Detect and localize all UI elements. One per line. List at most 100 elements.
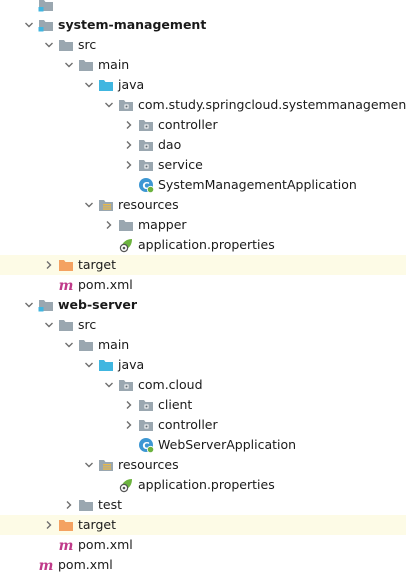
module-folder-icon — [38, 297, 54, 313]
resources-folder-icon — [98, 197, 114, 213]
tree-row[interactable]: dao — [0, 135, 406, 155]
maven-icon: m — [58, 537, 74, 553]
tree-row[interactable]: target — [0, 515, 406, 535]
package-icon — [118, 97, 134, 113]
tree-item-label: resources — [118, 457, 179, 472]
spring-class-icon: C — [138, 437, 154, 453]
chevron-down-icon[interactable] — [80, 355, 98, 375]
tree-item-label: com.study.springcloud.systemmanagement — [138, 97, 406, 112]
chevron-down-icon[interactable] — [20, 295, 38, 315]
tree-row[interactable]: src — [0, 35, 406, 55]
chevron-down-icon[interactable] — [40, 35, 58, 55]
maven-icon: m — [58, 277, 74, 293]
tree-row[interactable] — [0, 0, 406, 15]
tree-row[interactable]: main — [0, 55, 406, 75]
properties-icon — [118, 477, 134, 493]
tree-item-label: pom.xml — [58, 557, 113, 572]
properties-icon — [118, 237, 134, 253]
package-icon — [138, 137, 154, 153]
tree-item-label: WebServerApplication — [158, 437, 297, 452]
chevron-down-icon[interactable] — [80, 195, 98, 215]
tree-item-label: src — [78, 317, 97, 332]
project-tree: system-management src main java com.study.sp… — [0, 0, 406, 575]
chevron-down-icon[interactable] — [100, 375, 118, 395]
tree-row[interactable]: controller — [0, 415, 406, 435]
tree-item-label: target — [78, 517, 117, 532]
tree-row[interactable]: m pom.xml — [0, 555, 406, 575]
chevron-right-icon[interactable] — [120, 115, 138, 135]
chevron-right-icon[interactable] — [60, 495, 78, 515]
tree-row[interactable]: application.properties — [0, 235, 406, 255]
chevron-right-icon[interactable] — [40, 515, 58, 535]
tree-item-label: java — [118, 357, 145, 372]
tree-item-label: pom.xml — [78, 537, 133, 552]
svg-text:m: m — [59, 278, 74, 292]
tree-row[interactable]: client — [0, 395, 406, 415]
tree-item-label: target — [78, 257, 117, 272]
folder-icon — [58, 317, 74, 333]
folder-icon — [78, 337, 94, 353]
source-folder-icon — [98, 77, 114, 93]
chevron-right-icon[interactable] — [120, 155, 138, 175]
svg-text:m: m — [39, 558, 54, 572]
chevron-down-icon[interactable] — [20, 15, 38, 35]
tree-row[interactable]: C WebServerApplication — [0, 435, 406, 455]
chevron-right-icon[interactable] — [120, 135, 138, 155]
svg-text:m: m — [59, 538, 74, 552]
tree-item-label: service — [158, 157, 203, 172]
chevron-down-icon[interactable] — [80, 75, 98, 95]
chevron-right-icon[interactable] — [120, 395, 138, 415]
tree-item-label: resources — [118, 197, 179, 212]
chevron-right-icon[interactable] — [120, 415, 138, 435]
resources-folder-icon — [98, 457, 114, 473]
package-icon — [138, 157, 154, 173]
tree-item-label: application.properties — [138, 237, 275, 252]
tree-row[interactable]: system-management — [0, 15, 406, 35]
tree-item-label: com.cloud — [138, 377, 203, 392]
module-folder-icon — [38, 0, 54, 13]
tree-row[interactable]: target — [0, 255, 406, 275]
tree-row[interactable]: main — [0, 335, 406, 355]
tree-row[interactable]: mapper — [0, 215, 406, 235]
tree-row[interactable]: resources — [0, 455, 406, 475]
tree-row[interactable]: m pom.xml — [0, 275, 406, 295]
tree-row[interactable]: com.cloud — [0, 375, 406, 395]
tree-item-label: controller — [158, 117, 218, 132]
chevron-right-icon[interactable] — [100, 215, 118, 235]
tree-item-label: system-management — [58, 17, 207, 32]
tree-row[interactable]: application.properties — [0, 475, 406, 495]
tree-item-label: java — [118, 77, 145, 92]
chevron-down-icon[interactable] — [80, 455, 98, 475]
package-icon — [138, 417, 154, 433]
package-icon — [118, 377, 134, 393]
chevron-down-icon[interactable] — [60, 335, 78, 355]
tree-item-label: controller — [158, 417, 218, 432]
chevron-down-icon[interactable] — [100, 95, 118, 115]
tree-item-label: src — [78, 37, 97, 52]
tree-row[interactable]: resources — [0, 195, 406, 215]
tree-row[interactable]: java — [0, 75, 406, 95]
tree-row[interactable]: test — [0, 495, 406, 515]
tree-row[interactable]: java — [0, 355, 406, 375]
folder-icon — [78, 57, 94, 73]
chevron-down-icon[interactable] — [60, 55, 78, 75]
tree-item-label: main — [98, 337, 130, 352]
package-icon — [138, 117, 154, 133]
tree-row[interactable]: com.study.springcloud.systemmanagement — [0, 95, 406, 115]
tree-row[interactable]: service — [0, 155, 406, 175]
tree-row[interactable]: src — [0, 315, 406, 335]
chevron-right-icon[interactable] — [40, 255, 58, 275]
chevron-down-icon[interactable] — [40, 315, 58, 335]
target-folder-icon — [58, 517, 74, 533]
tree-row[interactable]: m pom.xml — [0, 535, 406, 555]
tree-row[interactable]: C SystemManagementApplication — [0, 175, 406, 195]
tree-row[interactable]: web-server — [0, 295, 406, 315]
tree-row[interactable]: controller — [0, 115, 406, 135]
source-folder-icon — [98, 357, 114, 373]
package-icon — [138, 397, 154, 413]
